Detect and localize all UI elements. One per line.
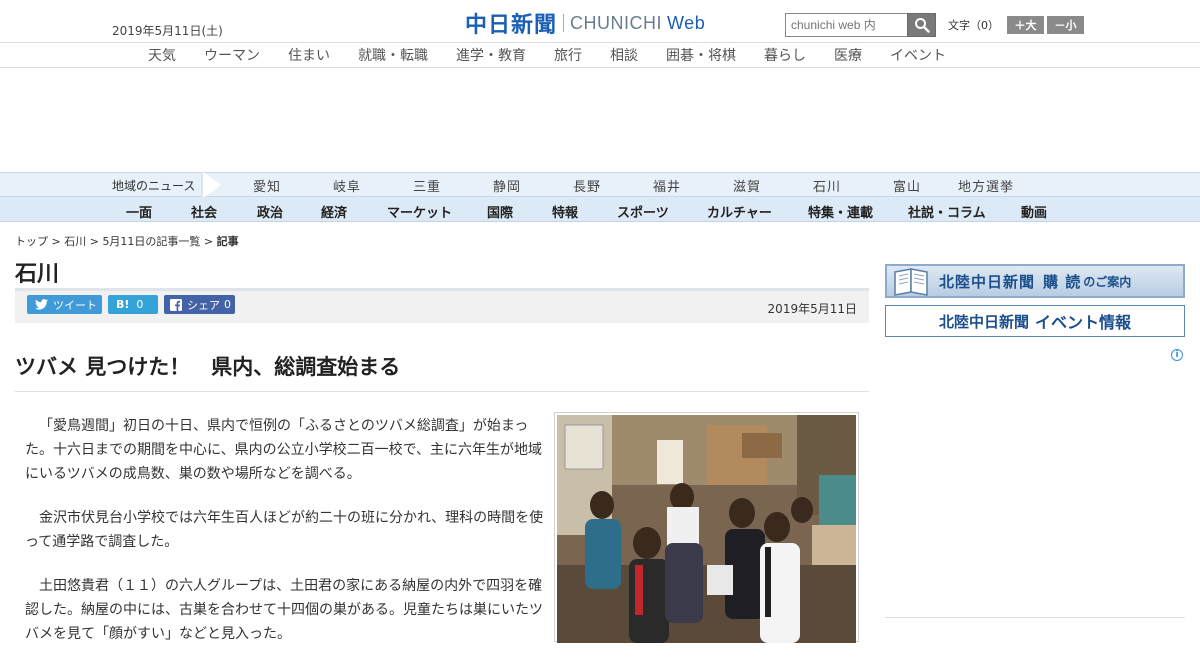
subscribe-banner[interactable]: 北陸中日新聞 購 読 のご案内 xyxy=(885,264,1185,298)
category-item[interactable]: スポーツ xyxy=(617,202,669,221)
region-item[interactable]: 愛知 xyxy=(253,176,281,195)
category-item[interactable]: 政治 xyxy=(257,202,283,221)
article-paragraph: 金沢市伏見台小学校では六年生百人ほどが約二十の班に分かれ、理科の時間を使って通学… xyxy=(25,510,544,550)
category-item[interactable]: 経済 xyxy=(321,202,347,221)
service-menu-item[interactable]: イベント xyxy=(890,45,946,65)
ad-space xyxy=(0,68,1200,172)
newspaper-book-icon xyxy=(887,264,939,298)
breadcrumb-current: 記事 xyxy=(216,235,239,248)
category-bar: 一面 社会 政治 経済 マーケット 国際 特報 スポーツ カルチャー 特集・連載 社説・コラム 動画 xyxy=(0,197,1200,222)
facebook-count: 0 xyxy=(224,298,231,311)
category-item[interactable]: 特報 xyxy=(552,202,578,221)
site-logo[interactable]: 中日新聞 CHUNICHI Web xyxy=(465,9,706,38)
hatena-bookmark-button[interactable]: B! 0 xyxy=(108,295,158,314)
logo-japanese: 中日新聞 xyxy=(465,12,558,38)
region-item[interactable]: 三重 xyxy=(413,176,441,195)
search-icon xyxy=(914,18,930,33)
region-item[interactable]: 富山 xyxy=(893,176,921,195)
region-item[interactable]: 石川 xyxy=(813,176,841,195)
breadcrumb-top[interactable]: トップ xyxy=(15,235,48,248)
subscribe-banner-label: 購 読 xyxy=(1043,272,1082,291)
site-search xyxy=(785,13,936,37)
breadcrumb-ishikawa[interactable]: 石川 xyxy=(64,235,86,248)
hatena-count: 0 xyxy=(136,298,144,311)
hatena-label: B! xyxy=(116,298,130,311)
region-arrow xyxy=(203,172,221,198)
breadcrumb: トップ > 石川 > 5月11日の記事一覧 > 記事 xyxy=(15,235,239,248)
category-item[interactable]: 特集・連載 xyxy=(808,202,873,221)
article-paragraph: 「愛鳥週間」初日の十日、県内で恒例の「ふるさとのツバメ総調査」が始まった。十六日… xyxy=(25,418,543,482)
search-button[interactable] xyxy=(907,13,936,37)
service-menu-item[interactable]: 旅行 xyxy=(554,45,582,65)
service-menu-item[interactable]: 天気 xyxy=(148,45,176,65)
region-news-bar: 地域のニュース 愛知 岐阜 三重 静岡 長野 福井 滋賀 石川 富山 地方選挙 xyxy=(0,172,1200,198)
font-smaller-button[interactable]: －小 xyxy=(1047,16,1084,34)
article-headline: ツバメ 見つけた！ 県内、総調査始まる xyxy=(15,355,401,379)
service-menu-item[interactable]: 就職・転職 xyxy=(358,45,428,65)
category-item[interactable]: 国際 xyxy=(487,202,513,221)
site-header: 2019年5月11日(土) 中日新聞 CHUNICHI Web 文字（0） ＋大… xyxy=(0,0,1200,43)
share-bar: ツイート B! 0 シェア 0 2019年5月11日 xyxy=(15,291,869,323)
header-date: 2019年5月11日(土) xyxy=(112,24,223,38)
article-photo-frame xyxy=(554,412,859,643)
logo-divider xyxy=(563,14,565,32)
facebook-icon xyxy=(170,298,182,311)
category-item[interactable]: カルチャー xyxy=(707,202,772,221)
facebook-label: シェア xyxy=(187,298,220,312)
event-banner-label: イベント情報 xyxy=(1035,313,1132,332)
region-item[interactable]: 滋賀 xyxy=(733,176,761,195)
article-photo[interactable] xyxy=(557,415,856,643)
subscribe-banner-title: 北陸中日新聞 xyxy=(939,272,1036,291)
subscribe-banner-guide: のご案内 xyxy=(1083,274,1132,289)
breadcrumb-article-list[interactable]: 5月11日の記事一覧 xyxy=(102,235,200,248)
category-item[interactable]: 社会 xyxy=(191,202,217,221)
logo-english: CHUNICHI xyxy=(570,12,663,33)
font-bigger-button[interactable]: ＋大 xyxy=(1007,16,1044,34)
logo-web: Web xyxy=(667,12,706,33)
region-item[interactable]: 地方選挙 xyxy=(958,176,1014,195)
photo-illustration xyxy=(557,415,856,643)
event-banner-title: 北陸中日新聞 xyxy=(938,312,1029,331)
search-input[interactable] xyxy=(785,13,907,37)
region-item[interactable]: 長野 xyxy=(573,176,601,195)
headline-divider xyxy=(15,391,869,392)
article-date: 2019年5月11日 xyxy=(767,302,857,316)
service-menu-item[interactable]: 医療 xyxy=(834,45,862,65)
twitter-icon xyxy=(35,299,48,310)
region-item[interactable]: 静岡 xyxy=(493,176,521,195)
region-news-title: 地域のニュース xyxy=(112,179,196,193)
category-item[interactable]: 社説・コラム xyxy=(908,202,986,221)
sidebar-divider xyxy=(885,617,1185,618)
service-menu-item[interactable]: 囲碁・将棋 xyxy=(666,45,736,65)
article-paragraph: 土田悠貴君（１１）の六人グループは、土田君の家にある納屋の内外で四羽を確認した。… xyxy=(25,578,543,642)
region-item[interactable]: 福井 xyxy=(653,176,681,195)
category-item[interactable]: マーケット xyxy=(387,202,452,221)
facebook-share-button[interactable]: シェア 0 xyxy=(164,295,235,314)
ad-info-icon[interactable]: i xyxy=(1171,349,1183,361)
service-menu-item[interactable]: 住まい xyxy=(288,45,330,65)
section-title: 石川 xyxy=(15,262,60,287)
tweet-button[interactable]: ツイート xyxy=(27,295,102,314)
event-info-banner[interactable]: 北陸中日新聞 イベント情報 xyxy=(885,305,1185,337)
service-menu-item[interactable]: 相談 xyxy=(610,45,638,65)
service-menu: 天気 ウーマン 住まい 就職・転職 進学・教育 旅行 相談 囲碁・将棋 暮らし 医療 イベント xyxy=(0,43,1200,68)
tweet-label: ツイート xyxy=(53,298,97,312)
region-item[interactable]: 岐阜 xyxy=(333,176,361,195)
font-size-label: 文字（0） xyxy=(948,19,999,32)
service-menu-item[interactable]: 暮らし xyxy=(764,45,806,65)
font-size-control: 文字（0） ＋大 －小 xyxy=(948,16,1084,34)
service-menu-item[interactable]: 進学・教育 xyxy=(456,45,526,65)
service-menu-item[interactable]: ウーマン xyxy=(204,45,260,65)
article-body: 「愛鳥週間」初日の十日、県内で恒例の「ふるさとのツバメ総調査」が始まった。十六日… xyxy=(25,414,547,666)
category-item[interactable]: 一面 xyxy=(126,202,152,221)
category-item[interactable]: 動画 xyxy=(1021,202,1047,221)
